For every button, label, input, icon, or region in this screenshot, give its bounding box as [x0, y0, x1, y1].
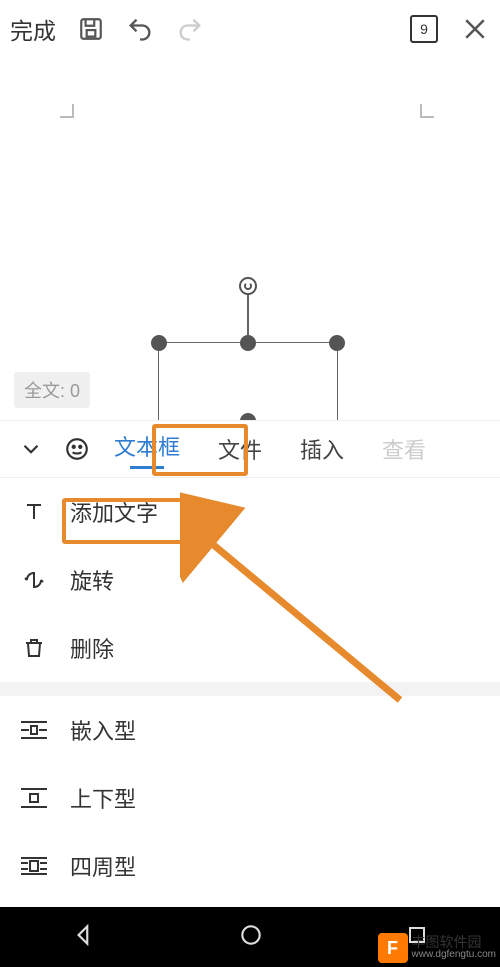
top-toolbar: 完成 9: [0, 0, 500, 58]
menu-add-text[interactable]: 添加文字: [0, 478, 500, 546]
close-icon[interactable]: [460, 14, 490, 44]
resize-handle-tm[interactable]: [240, 335, 256, 351]
menu-item-label: 上下型: [70, 782, 136, 814]
tab-file[interactable]: 文件: [218, 433, 262, 465]
crop-mark-tl: [54, 104, 74, 124]
page-count-badge[interactable]: 9: [410, 15, 438, 43]
menu-wrap-topbottom[interactable]: 上下型: [0, 764, 500, 832]
tab-insert[interactable]: 插入: [300, 433, 344, 465]
emoji-icon[interactable]: [64, 436, 90, 462]
word-count-badge: 全文: 0: [14, 372, 90, 408]
menu-delete[interactable]: 删除: [0, 614, 500, 682]
menu-wrap-inline[interactable]: 嵌入型: [0, 696, 500, 764]
save-icon[interactable]: [78, 16, 104, 42]
collapse-panel-icon[interactable]: [18, 436, 44, 462]
menu-item-label: 旋转: [70, 564, 114, 596]
done-button[interactable]: 完成: [10, 12, 56, 46]
undo-icon[interactable]: [126, 15, 154, 43]
menu-item-label: 添加文字: [70, 496, 158, 528]
nav-home-icon[interactable]: [238, 922, 264, 953]
menu-item-label: 四周型: [70, 850, 136, 882]
watermark-url: www.dgfengtu.com: [412, 950, 497, 961]
trash-icon: [20, 636, 48, 660]
wrap-mode-group: 嵌入型 上下型 四周型: [0, 696, 500, 900]
watermark-title: 丰图软件园: [412, 935, 497, 950]
menu-separator: [0, 682, 500, 696]
redo-icon: [176, 15, 204, 43]
selected-textbox[interactable]: [158, 342, 338, 422]
menu-item-label: 删除: [70, 632, 114, 664]
menu-wrap-around[interactable]: 四周型: [0, 832, 500, 900]
tab-textbox[interactable]: 文本框: [114, 430, 180, 469]
watermark: F 丰图软件园 www.dgfengtu.com: [378, 933, 497, 963]
menu-item-label: 嵌入型: [70, 714, 136, 746]
rotate-icon: [20, 568, 48, 592]
textbox-actions-group: 添加文字 旋转 删除: [0, 478, 500, 682]
rotate-stem: [247, 293, 249, 335]
resize-handle-tl[interactable]: [151, 335, 167, 351]
watermark-logo: F: [378, 933, 408, 963]
menu-rotate[interactable]: 旋转: [0, 546, 500, 614]
tab-view[interactable]: 查看: [382, 433, 426, 465]
panel-tabs: 文本框 文件 插入 查看: [0, 420, 500, 478]
nav-back-icon[interactable]: [71, 922, 97, 953]
crop-mark-tr: [420, 104, 440, 124]
document-canvas[interactable]: 全文: 0: [0, 58, 500, 420]
wrap-inline-icon: [20, 719, 48, 741]
rotate-handle[interactable]: [239, 277, 257, 295]
resize-handle-tr[interactable]: [329, 335, 345, 351]
text-icon: [20, 500, 48, 524]
wrap-around-icon: [20, 855, 48, 877]
wrap-topbot-icon: [20, 787, 48, 809]
